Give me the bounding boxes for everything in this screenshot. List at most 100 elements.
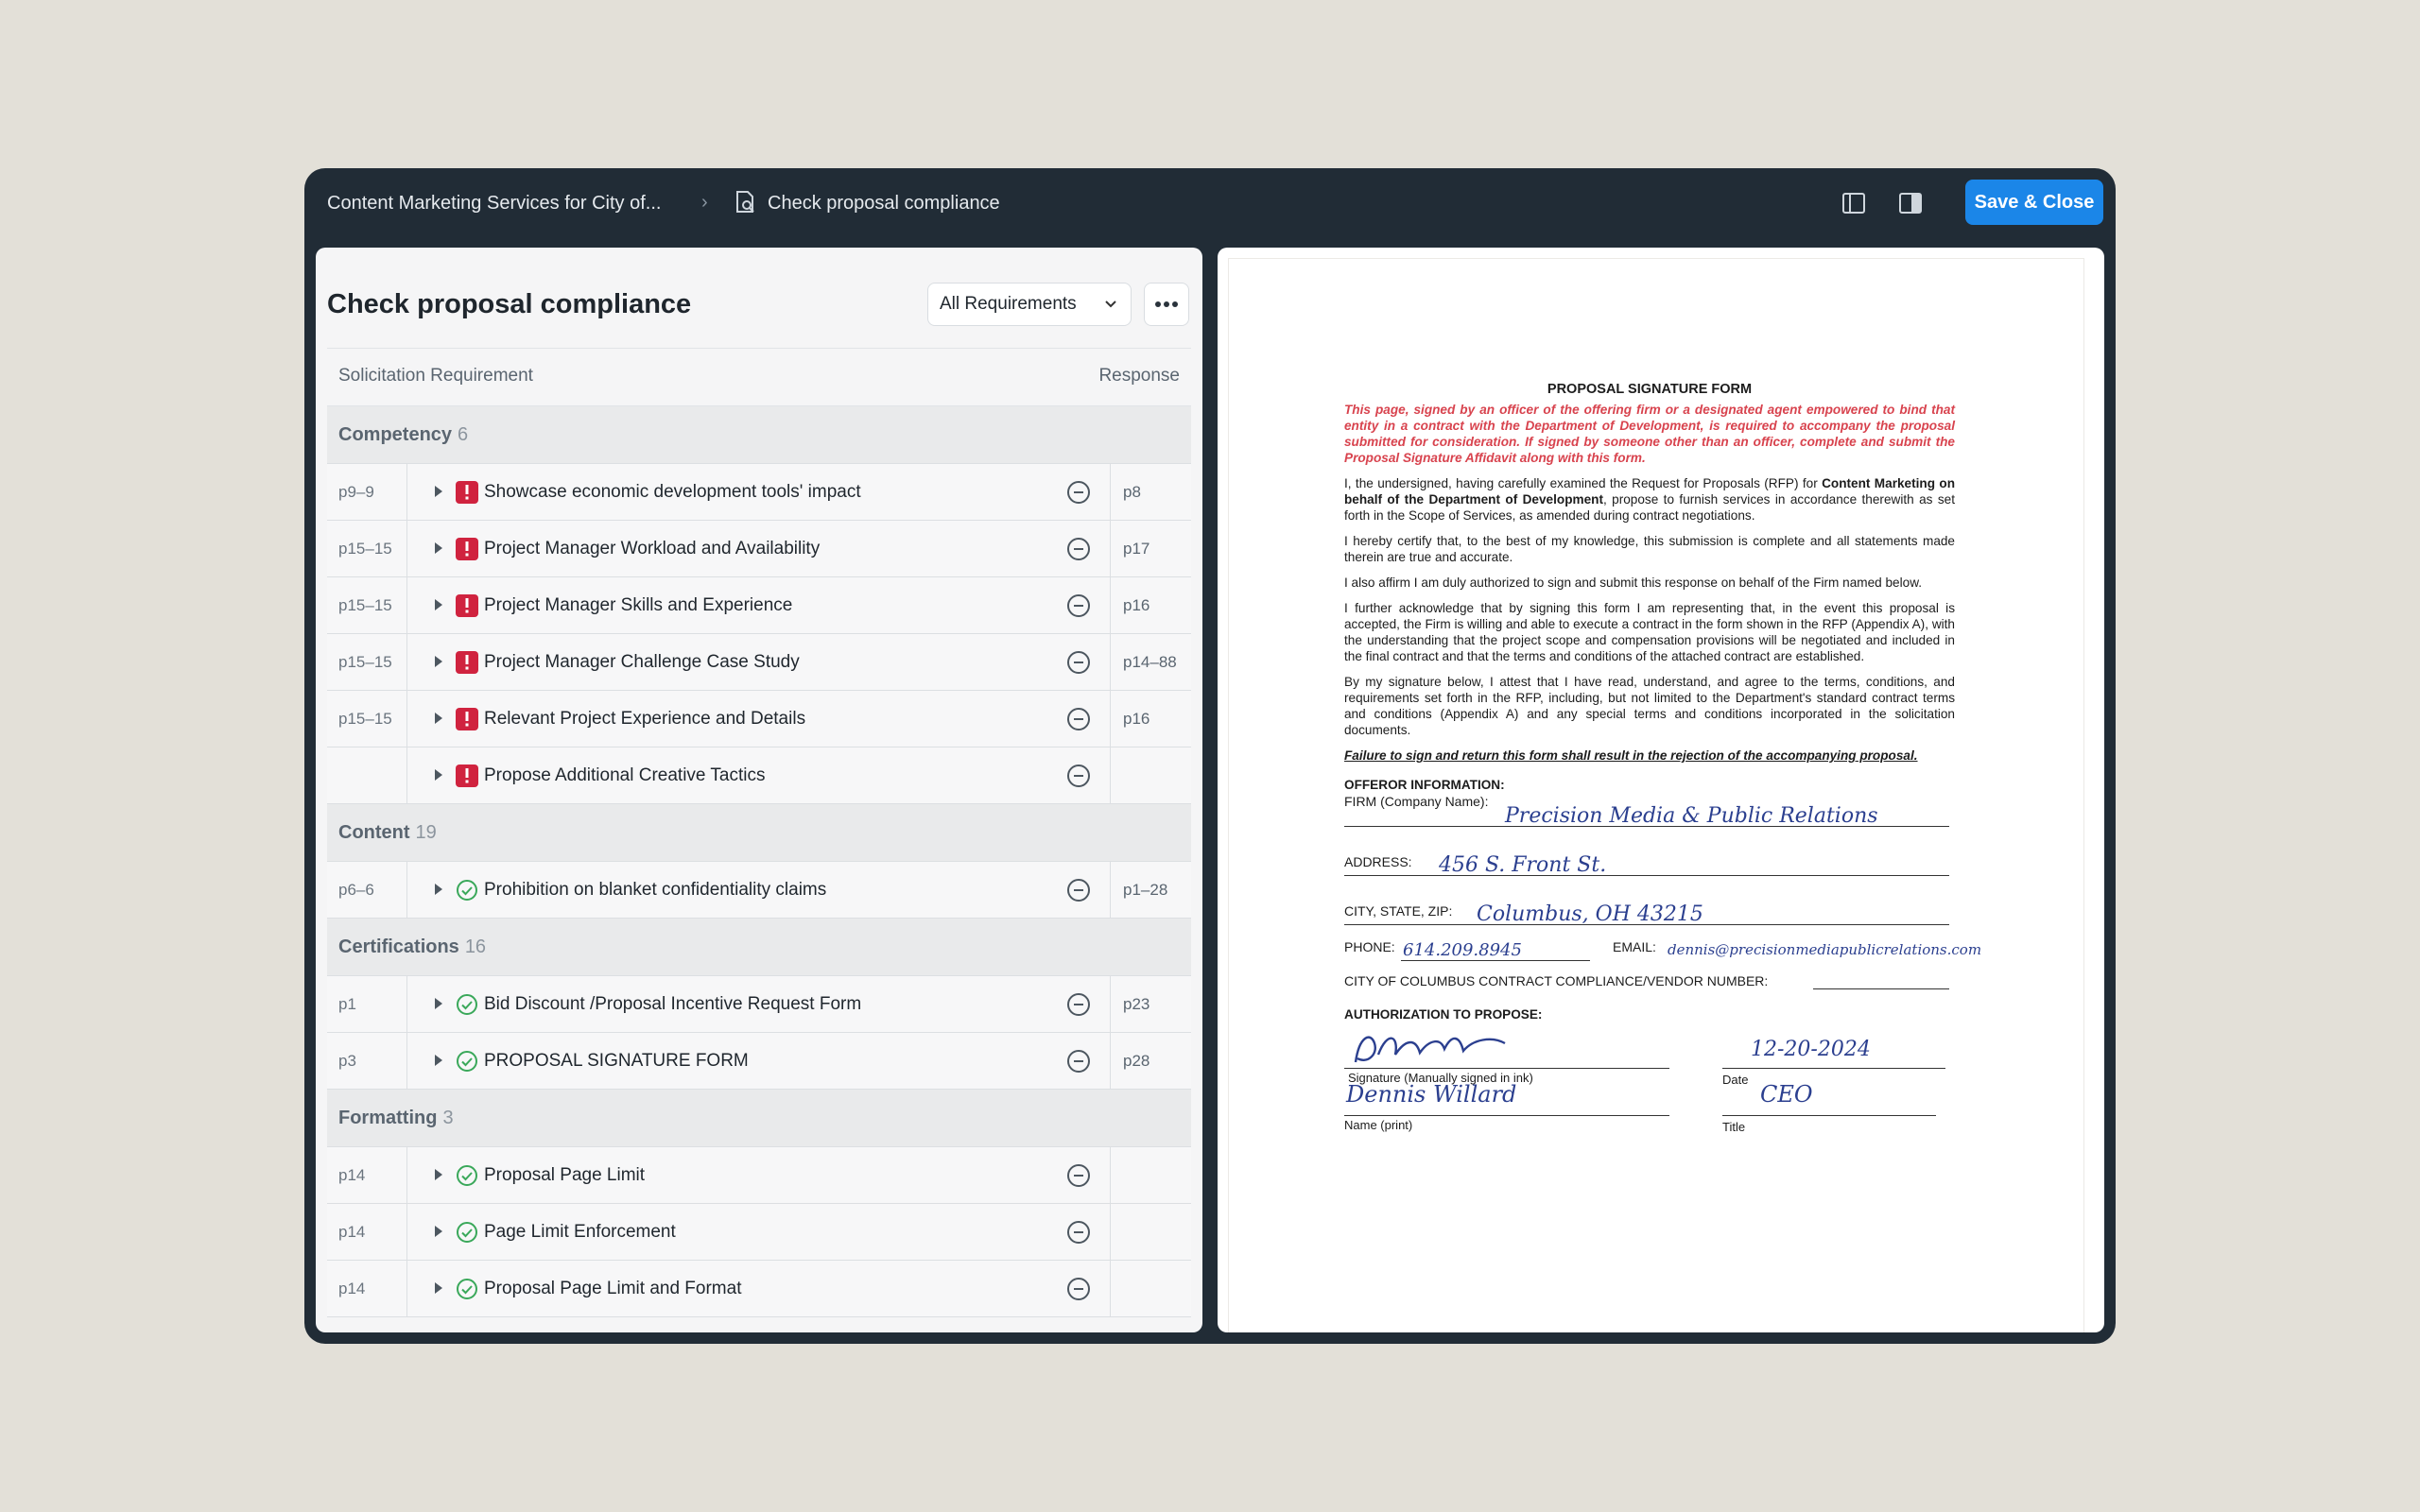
- minus-circle-icon[interactable]: [1066, 764, 1091, 788]
- doc-paragraph-3: I also affirm I am duly authorized to si…: [1344, 576, 1923, 590]
- expand-caret-icon[interactable]: [435, 1282, 442, 1294]
- column-divider: [1110, 747, 1111, 803]
- doc-paragraph-2: I hereby certify that, to the best of my…: [1344, 534, 1955, 564]
- doc-paragraph-5: By my signature below, I attest that I h…: [1344, 675, 1955, 737]
- expand-caret-icon[interactable]: [435, 1226, 442, 1237]
- minus-circle-icon[interactable]: [1066, 650, 1091, 675]
- save-and-close-button[interactable]: Save & Close: [1965, 180, 2103, 225]
- response-pages[interactable]: p17: [1123, 540, 1150, 558]
- table-header: Solicitation Requirement Response: [327, 348, 1191, 406]
- expand-caret-icon[interactable]: [435, 486, 442, 497]
- response-pages[interactable]: p16: [1123, 596, 1150, 615]
- column-divider: [1110, 976, 1111, 1032]
- requirement-row[interactable]: p14 Page Limit Enforcement: [327, 1204, 1191, 1261]
- left-panel-toggle-icon[interactable]: [1840, 189, 1868, 217]
- doc-paragraph-1: I, the undersigned, having carefully exa…: [1344, 475, 1955, 524]
- source-pages: p9–9: [338, 483, 374, 501]
- column-divider: [406, 1204, 407, 1260]
- vendor-field: CITY OF COLUMBUS CONTRACT COMPLIANCE/VEN…: [1344, 961, 1955, 993]
- requirement-row[interactable]: p6–6 Prohibition on blanket confidentiali…: [327, 862, 1191, 919]
- source-pages: p1: [338, 995, 356, 1013]
- minus-circle-icon[interactable]: [1066, 1277, 1091, 1301]
- column-divider: [406, 691, 407, 747]
- ellipsis-icon: [1155, 301, 1178, 307]
- group-header[interactable]: Formatting 3: [327, 1090, 1191, 1147]
- title-line: [1722, 1115, 1936, 1116]
- name-caption: Name (print): [1344, 1118, 1413, 1132]
- expand-caret-icon[interactable]: [435, 599, 442, 610]
- requirement-label: Project Manager Skills and Experience: [484, 595, 793, 615]
- minus-circle-icon[interactable]: [1066, 480, 1091, 505]
- column-divider: [406, 976, 407, 1032]
- firm-field: FIRM (Company Name): Precision Media & P…: [1344, 793, 1955, 827]
- address-field: ADDRESS: 456 S. Front St.: [1344, 827, 1955, 876]
- title-caption: Title: [1722, 1120, 1746, 1134]
- minus-circle-icon[interactable]: [1066, 878, 1091, 902]
- requirement-label: Proposal Page Limit and Format: [484, 1279, 742, 1298]
- requirement-label: Relevant Project Experience and Details: [484, 709, 806, 729]
- more-options-button[interactable]: [1144, 283, 1189, 326]
- column-divider: [406, 1261, 407, 1316]
- breadcrumb-parent[interactable]: Content Marketing Services for City of..…: [327, 193, 661, 215]
- expand-caret-icon[interactable]: [435, 1055, 442, 1066]
- requirement-row[interactable]: p1 Bid Discount /Proposal Incentive Reque…: [327, 976, 1191, 1033]
- requirement-row[interactable]: p15–15 Project Manager Workload and Avail…: [327, 521, 1191, 577]
- requirement-label: Proposal Page Limit: [484, 1165, 646, 1185]
- column-divider: [1110, 577, 1111, 633]
- minus-circle-icon[interactable]: [1066, 1163, 1091, 1188]
- expand-caret-icon[interactable]: [435, 884, 442, 895]
- alert-flag-icon: [456, 765, 478, 787]
- requirements-filter-select[interactable]: All Requirements: [927, 283, 1132, 326]
- source-pages: p15–15: [338, 710, 392, 728]
- requirement-row[interactable]: p14 Proposal Page Limit: [327, 1147, 1191, 1204]
- group-name: Certifications 16: [338, 936, 486, 958]
- requirement-row[interactable]: p15–15 Project Manager Skills and Experie…: [327, 577, 1191, 634]
- minus-circle-icon[interactable]: [1066, 707, 1091, 731]
- group-count: 6: [458, 424, 469, 445]
- requirement-row[interactable]: p3 PROPOSAL SIGNATURE FORM p28: [327, 1033, 1191, 1090]
- right-panel-toggle-icon[interactable]: [1896, 189, 1925, 217]
- response-pages[interactable]: p8: [1123, 483, 1141, 502]
- minus-circle-icon[interactable]: [1066, 1049, 1091, 1074]
- expand-caret-icon[interactable]: [435, 1169, 442, 1180]
- address-label: ADDRESS:: [1344, 854, 1412, 869]
- document-viewer[interactable]: PROPOSAL SIGNATURE FORM This page, signe…: [1218, 248, 2104, 1332]
- document-search-icon: [736, 191, 754, 213]
- expand-caret-icon[interactable]: [435, 656, 442, 667]
- response-pages[interactable]: p1–28: [1123, 881, 1167, 900]
- group-name: Content 19: [338, 822, 437, 844]
- name-line: [1344, 1115, 1669, 1116]
- column-header-response: Response: [1098, 366, 1180, 386]
- response-pages[interactable]: p16: [1123, 710, 1150, 729]
- minus-circle-icon[interactable]: [1066, 537, 1091, 561]
- expand-caret-icon[interactable]: [435, 769, 442, 781]
- handwritten-signature: [1354, 1036, 1506, 1063]
- requirement-row[interactable]: p15–15 Project Manager Challenge Case Stu…: [327, 634, 1191, 691]
- requirement-row[interactable]: Propose Additional Creative Tactics: [327, 747, 1191, 804]
- requirement-row[interactable]: p9–9 Showcase economic development tools'…: [327, 464, 1191, 521]
- column-divider: [1110, 464, 1111, 520]
- response-pages[interactable]: p23: [1123, 995, 1150, 1014]
- expand-caret-icon[interactable]: [435, 998, 442, 1009]
- group-header[interactable]: Content 19: [327, 804, 1191, 862]
- requirement-row[interactable]: p15–15 Relevant Project Experience and De…: [327, 691, 1191, 747]
- minus-circle-icon[interactable]: [1066, 992, 1091, 1017]
- group-header[interactable]: Competency 6: [327, 406, 1191, 464]
- group-name: Competency 6: [338, 424, 468, 446]
- group-header[interactable]: Certifications 16: [327, 919, 1191, 976]
- column-divider: [406, 521, 407, 576]
- minus-circle-icon[interactable]: [1066, 593, 1091, 618]
- expand-caret-icon[interactable]: [435, 542, 442, 554]
- alert-flag-icon: [456, 538, 478, 560]
- requirement-label: Project Manager Workload and Availabilit…: [484, 539, 821, 558]
- column-divider: [406, 1147, 407, 1203]
- email-value: dennis@precisionmediapublicrelations.com: [1668, 941, 1982, 958]
- requirement-row[interactable]: p14 Proposal Page Limit and Format: [327, 1261, 1191, 1317]
- expand-caret-icon[interactable]: [435, 713, 442, 724]
- chevron-down-icon: [1105, 301, 1116, 308]
- response-pages[interactable]: p28: [1123, 1052, 1150, 1071]
- date-caption: Date: [1722, 1073, 1749, 1087]
- response-pages[interactable]: p14–88: [1123, 653, 1177, 672]
- minus-circle-icon[interactable]: [1066, 1220, 1091, 1245]
- printed-name-value: Dennis Willard: [1346, 1081, 1517, 1108]
